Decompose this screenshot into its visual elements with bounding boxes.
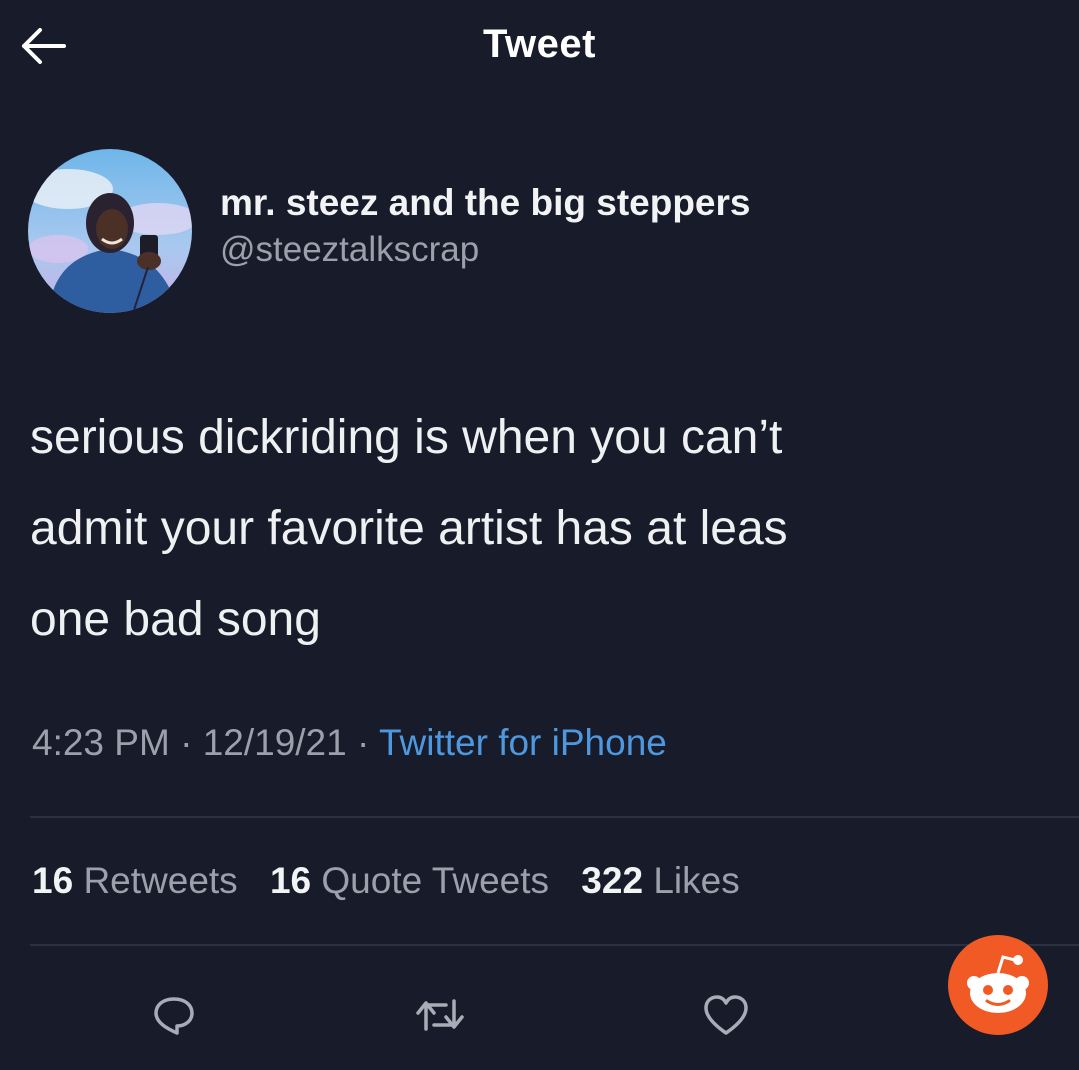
tweet-stats: 16 Retweets 16 Quote Tweets 322 Likes <box>32 860 762 902</box>
likes-stat[interactable]: 322 Likes <box>581 860 739 902</box>
tweet-text-line: one bad song <box>30 593 321 646</box>
retweets-label: Retweets <box>83 860 238 901</box>
quote-tweets-stat[interactable]: 16 Quote Tweets <box>270 860 549 902</box>
retweet-button[interactable] <box>408 983 472 1047</box>
tweet-screen: Tweet mr. steez and the big steppers @st… <box>0 0 1079 1070</box>
likes-count: 322 <box>581 860 644 901</box>
page-title: Tweet <box>483 22 596 66</box>
reddit-watermark <box>948 935 1048 1035</box>
meta-separator: · <box>180 722 193 763</box>
retweets-stat[interactable]: 16 Retweets <box>32 860 238 902</box>
tweet-author: mr. steez and the big steppers @steeztal… <box>28 148 750 314</box>
author-names: mr. steez and the big steppers @steeztal… <box>220 179 750 273</box>
divider <box>30 944 1079 946</box>
top-bar: Tweet <box>0 0 1079 92</box>
retweets-count: 16 <box>32 860 74 901</box>
tweet-time: 4:23 PM <box>32 722 170 763</box>
like-button[interactable] <box>694 983 758 1047</box>
likes-label: Likes <box>653 860 740 901</box>
tweet-text-line: admit your favorite artist has at leas <box>30 502 788 555</box>
tweet-meta: 4:23 PM · 12/19/21 · Twitter for iPhone <box>32 722 667 764</box>
meta-separator: · <box>357 722 370 763</box>
quote-tweets-label: Quote Tweets <box>321 860 550 901</box>
tweet-text-line: serious dickriding is when you can’t <box>30 411 783 464</box>
reply-button[interactable] <box>142 983 206 1047</box>
like-icon <box>704 995 748 1035</box>
tweet-actions <box>0 975 1079 1055</box>
avatar[interactable] <box>28 149 192 313</box>
retweet-icon <box>416 999 464 1031</box>
reddit-snoo-icon <box>967 955 1029 1013</box>
avatar-image <box>28 149 192 313</box>
tweet-source-link[interactable]: Twitter for iPhone <box>379 722 667 763</box>
divider <box>30 816 1079 818</box>
author-handle[interactable]: @steeztalkscrap <box>220 227 750 273</box>
reply-icon <box>154 997 194 1035</box>
author-display-name[interactable]: mr. steez and the big steppers <box>220 179 750 227</box>
quote-tweets-count: 16 <box>269 860 312 901</box>
tweet-date: 12/19/21 <box>202 722 347 763</box>
tweet-text: serious dickriding is when you can’t adm… <box>30 392 1079 665</box>
